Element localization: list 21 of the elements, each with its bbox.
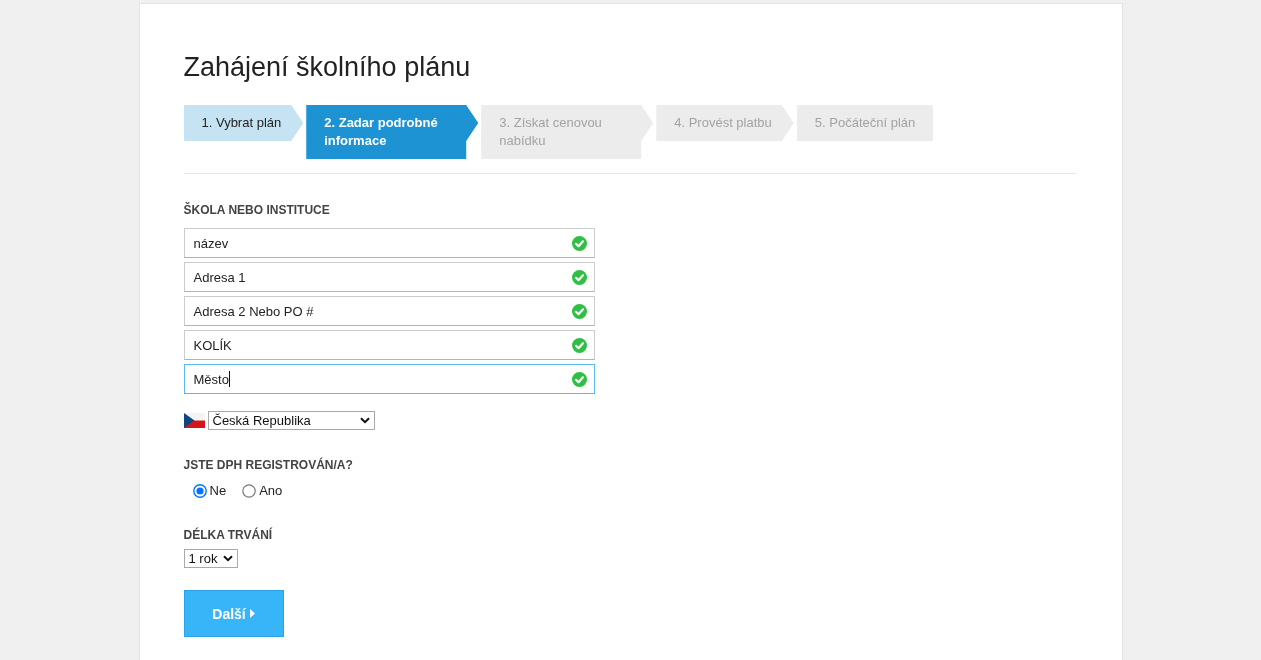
chevron-down-icon <box>359 417 370 424</box>
input-field[interactable]: název <box>183 228 595 258</box>
country-select[interactable]: Česká Republika <box>207 411 375 430</box>
flag-icon <box>183 413 205 428</box>
page-title: Zahájení školního plánu <box>183 51 471 84</box>
section-heading: ŠKOLA NEBO INSTITUCE <box>183 202 330 218</box>
input-field[interactable]: Adresa 2 Nebo PO # <box>183 296 595 326</box>
duration-select[interactable]: 1 rok <box>183 549 238 568</box>
section-heading: DÉLKA TRVÁNÍ <box>183 527 273 543</box>
text-cursor-icon <box>228 371 230 387</box>
wizard-step[interactable]: 1. Vybrat plán <box>183 105 304 141</box>
input-field[interactable]: Adresa 1 <box>183 262 595 292</box>
input-field[interactable]: KOLÍK <box>183 330 595 360</box>
radio-button[interactable] <box>192 483 207 498</box>
radio-label: Ne <box>209 483 227 498</box>
input-field[interactable]: Město <box>183 364 595 394</box>
caret-right-icon <box>249 609 255 618</box>
radio-button[interactable] <box>242 483 257 498</box>
chevron-down-icon <box>222 555 233 562</box>
section-heading: JSTE DPH REGISTROVÁN/A? <box>183 457 353 473</box>
radio-label: Ano <box>259 483 283 498</box>
